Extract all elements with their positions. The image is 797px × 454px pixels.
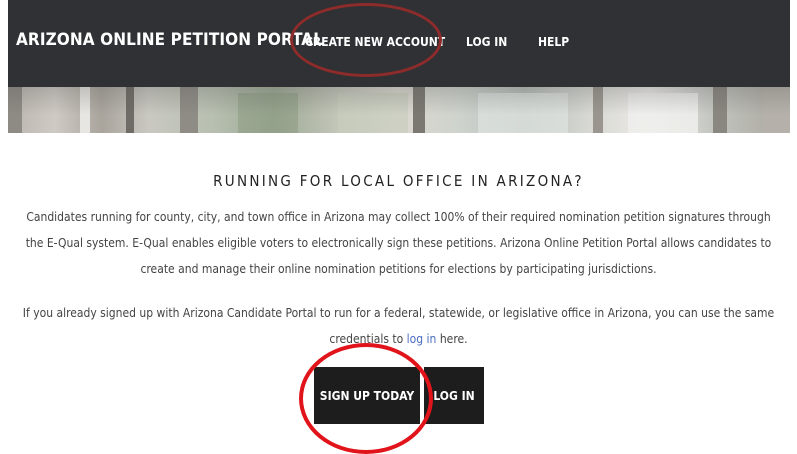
log-in-button[interactable]: LOG IN (424, 367, 484, 424)
page: ARIZONA ONLINE PETITION PORTAL CREATE NE… (0, 0, 797, 454)
hero-image (8, 87, 790, 133)
site-title[interactable]: ARIZONA ONLINE PETITION PORTAL (16, 30, 323, 50)
intro-paragraph: Candidates running for county, city, and… (25, 210, 772, 276)
sign-up-today-button[interactable]: SIGN UP TODAY (314, 367, 420, 424)
top-navbar: ARIZONA ONLINE PETITION PORTAL CREATE NE… (8, 0, 790, 87)
existing-account-paragraph: If you already signed up with Arizona Ca… (20, 300, 777, 352)
nav-log-in-link[interactable]: LOG IN (466, 35, 507, 49)
existing-account-text-end: here. (436, 332, 468, 346)
page-heading: RUNNING FOR LOCAL OFFICE IN ARIZONA? (213, 172, 584, 190)
nav-create-account-link[interactable]: CREATE NEW ACCOUNT (305, 35, 445, 49)
existing-account-text: If you already signed up with Arizona Ca… (22, 306, 775, 346)
nav-help-link[interactable]: HELP (538, 35, 569, 49)
inline-log-in-link[interactable]: log in (407, 332, 437, 346)
